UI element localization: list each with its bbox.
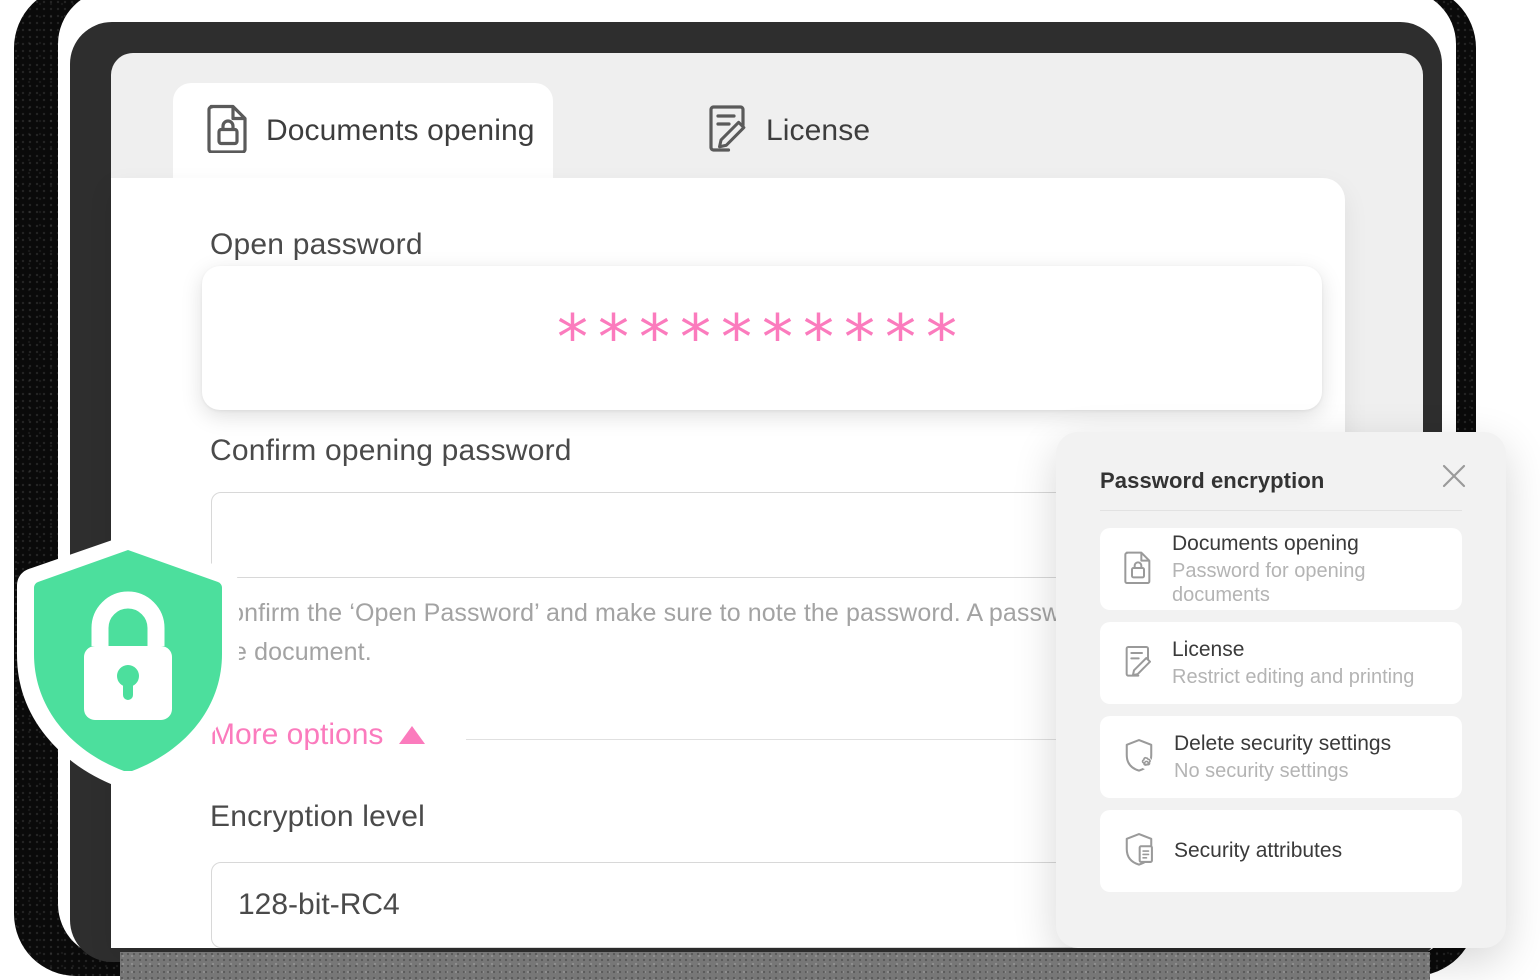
shield-lock-icon [14, 535, 242, 788]
popup-item-license[interactable]: License Restrict editing and printing [1100, 622, 1462, 704]
popup-title: Password encryption [1100, 468, 1325, 493]
popup-item-title: License [1172, 637, 1245, 661]
confirm-password-label: Confirm opening password [210, 434, 572, 467]
document-lock-icon [207, 103, 249, 158]
tab-license[interactable]: License [673, 83, 913, 178]
popup-item-security-attributes[interactable]: Security attributes [1100, 810, 1462, 892]
popup-item-list: Documents opening Password for opening d… [1100, 528, 1462, 904]
popup-item-subtitle: Password for opening documents [1172, 560, 1366, 607]
tab-bar: Documents opening License [111, 53, 1423, 178]
device-bottom-shadow-noise [120, 952, 1430, 980]
more-options-toggle[interactable]: More options [210, 718, 426, 752]
popup-item-documents-opening[interactable]: Documents opening Password for opening d… [1100, 528, 1462, 610]
password-encryption-popup: Password encryption Documents opening Pa… [1056, 432, 1506, 948]
document-lock-icon [1124, 550, 1152, 589]
document-pencil-icon [707, 103, 749, 158]
popup-item-title: Delete security settings [1174, 731, 1392, 755]
tab-label: Documents opening [266, 113, 535, 147]
popup-item-subtitle: Restrict editing and printing [1172, 666, 1415, 689]
open-password-label: Open password [210, 228, 423, 261]
open-password-masked-value: ********** [557, 301, 967, 374]
shield-gear-icon [1124, 738, 1154, 777]
caret-up-icon [399, 726, 426, 744]
open-password-input[interactable]: ********** [202, 266, 1322, 410]
popup-item-delete-security-settings[interactable]: Delete security settings No security set… [1100, 716, 1462, 798]
document-pencil-icon [1124, 644, 1152, 683]
close-icon[interactable] [1438, 460, 1470, 492]
popup-item-title: Documents opening [1172, 531, 1359, 555]
popup-item-title: Security attributes [1174, 839, 1343, 863]
shield-document-icon [1124, 832, 1154, 871]
popup-item-subtitle: No security settings [1174, 760, 1349, 783]
encryption-level-label: Encryption level [210, 800, 425, 833]
popup-divider [1100, 510, 1462, 511]
encryption-level-value: 128-bit-RC4 [238, 888, 400, 921]
screenshot-stage: Documents opening License Open password … [0, 0, 1540, 980]
tab-label: License [766, 113, 871, 147]
tab-documents-opening[interactable]: Documents opening [173, 83, 553, 178]
